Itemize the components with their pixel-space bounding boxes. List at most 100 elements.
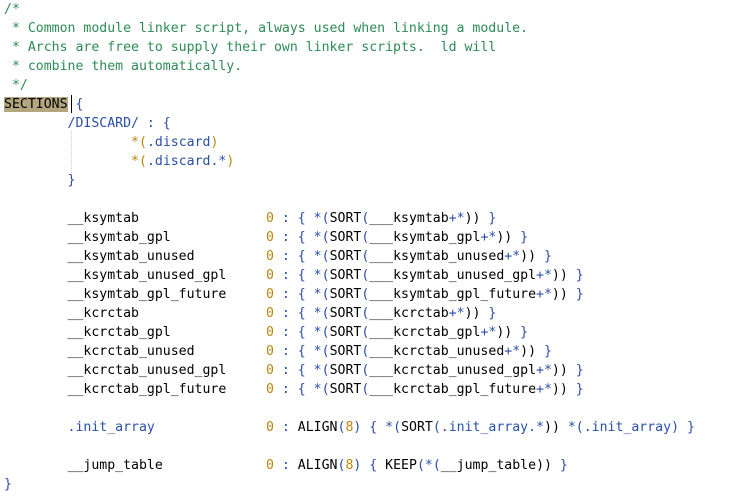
- code-line[interactable]: /*: [4, 0, 20, 19]
- code-token: *(: [313, 211, 330, 226]
- code-token: )): [520, 344, 537, 359]
- code-token: }: [512, 230, 529, 245]
- code-line[interactable]: .init_array 0 : ALIGN(8) { *(SORT(.init_…: [4, 418, 695, 437]
- code-line[interactable]: SECTIONS {: [4, 95, 83, 114]
- code-token: )): [464, 306, 481, 321]
- code-line[interactable]: *(.discard.*): [4, 152, 234, 171]
- code-token: +*: [536, 363, 552, 378]
- code-token: __jump_table: [440, 458, 537, 473]
- code-line[interactable]: * Archs are free to supply their own lin…: [4, 38, 496, 57]
- code-line[interactable]: __kcrctab_gpl_future 0 : { *(SORT(___kcr…: [4, 380, 584, 399]
- code-token: /*: [4, 2, 20, 17]
- code-token: SORT: [329, 287, 362, 302]
- code-token: *(: [385, 420, 402, 435]
- code-token: ___kcrctab_unused: [369, 344, 505, 359]
- code-token: : {: [273, 363, 314, 378]
- code-token: 0: [266, 249, 274, 264]
- code-token: ALIGN: [297, 420, 338, 435]
- code-token: 0: [266, 268, 274, 283]
- code-token: }: [567, 287, 584, 302]
- code-line[interactable]: __ksymtab_unused 0 : { *(SORT(___ksymtab…: [4, 247, 552, 266]
- code-token: ) {: [353, 458, 386, 473]
- code-token: *(: [424, 458, 441, 473]
- code-token: 0: [266, 211, 274, 226]
- code-token: *(: [313, 287, 330, 302]
- code-line[interactable]: * combine them automatically.: [4, 57, 242, 76]
- code-token: __kcrctab_unused: [4, 344, 267, 359]
- code-token: __ksymtab_unused: [4, 249, 267, 264]
- code-token: : {: [273, 211, 314, 226]
- code-token: ): [210, 135, 219, 150]
- code-line[interactable]: }: [4, 475, 12, 494]
- code-token: )): [536, 458, 552, 473]
- code-line[interactable]: *(.discard): [4, 133, 218, 152]
- code-token: SORT: [401, 420, 433, 435]
- code-token: __ksymtab_gpl_future: [4, 287, 267, 302]
- code-token: : {: [273, 344, 314, 359]
- code-token: *(: [131, 154, 147, 169]
- code-token: +*: [536, 287, 552, 302]
- code-token: 0: [266, 458, 274, 473]
- code-token: .init_array: [583, 420, 672, 435]
- code-line[interactable]: * Common module linker script, always us…: [4, 19, 528, 38]
- code-token: * combine them automatically.: [4, 59, 243, 74]
- code-token: * Archs are free to supply their own lin…: [4, 40, 497, 55]
- code-token: __kcrctab_unused_gpl: [4, 363, 267, 378]
- code-token: }: [567, 363, 584, 378]
- code-token: )): [496, 230, 513, 245]
- code-token: : {: [273, 287, 314, 302]
- code-line[interactable]: */: [4, 76, 28, 95]
- code-token: *(: [313, 344, 330, 359]
- code-token: *(: [313, 230, 330, 245]
- code-token: :: [273, 458, 298, 473]
- code-token: ___ksymtab: [369, 211, 449, 226]
- code-token: /DISCARD/ : {: [4, 116, 171, 131]
- code-line[interactable]: }: [4, 171, 76, 190]
- code-token: SECTIONS: [4, 97, 68, 112]
- code-token: SORT: [329, 344, 362, 359]
- code-token: ___ksymtab_gpl_future: [369, 287, 537, 302]
- code-token: ___ksymtab_gpl: [369, 230, 481, 245]
- code-token: +*: [504, 249, 521, 264]
- code-token: )): [551, 382, 568, 397]
- code-line[interactable]: __kcrctab_gpl 0 : { *(SORT(___kcrctab_gp…: [4, 323, 529, 342]
- code-token: }: [512, 325, 529, 340]
- code-token: *(: [131, 135, 147, 150]
- code-token: )): [464, 211, 481, 226]
- code-token: ) }: [671, 420, 695, 435]
- code-token: : {: [273, 249, 314, 264]
- code-token: __ksymtab: [4, 211, 267, 226]
- code-line[interactable]: /DISCARD/ : {: [4, 114, 171, 133]
- code-token: ) {: [353, 420, 386, 435]
- code-line[interactable]: __ksymtab_unused_gpl 0 : { *(SORT(___ksy…: [4, 266, 584, 285]
- code-line[interactable]: __ksymtab 0 : { *(SORT(___ksymtab+*)) }: [4, 209, 497, 228]
- code-token: +*: [448, 306, 465, 321]
- code-token: : {: [273, 382, 314, 397]
- code-token: )): [496, 325, 513, 340]
- code-token: }: [536, 344, 552, 359]
- code-line[interactable]: __jump_table 0 : ALIGN(8) { KEEP(*(__jum…: [4, 456, 568, 475]
- code-line[interactable]: __kcrctab_unused 0 : { *(SORT(___kcrctab…: [4, 342, 552, 361]
- code-token: 0: [266, 325, 274, 340]
- code-token: SORT: [329, 363, 362, 378]
- code-token: .discard: [146, 135, 211, 150]
- code-token: *(: [313, 363, 330, 378]
- code-line[interactable]: __ksymtab_gpl 0 : { *(SORT(___ksymtab_gp…: [4, 228, 529, 247]
- code-token: __kcrctab: [4, 306, 267, 321]
- code-line[interactable]: __kcrctab_unused_gpl 0 : { *(SORT(___kcr…: [4, 361, 584, 380]
- code-token: 0: [266, 382, 274, 397]
- code-token: SORT: [329, 306, 362, 321]
- code-line[interactable]: __kcrctab 0 : { *(SORT(___kcrctab+*)) }: [4, 304, 497, 323]
- code-token: */: [4, 78, 28, 93]
- code-token: ___ksymtab_unused_gpl: [369, 268, 537, 283]
- code-token: }: [551, 458, 568, 473]
- code-token: +*: [480, 325, 497, 340]
- code-token: SORT: [329, 211, 362, 226]
- code-token: SORT: [329, 325, 362, 340]
- code-line[interactable]: __ksymtab_gpl_future 0 : { *(SORT(___ksy…: [4, 285, 584, 304]
- code-token: 0: [266, 420, 274, 435]
- code-editor[interactable]: /* * Common module linker script, always…: [0, 0, 732, 496]
- code-token: )): [520, 249, 537, 264]
